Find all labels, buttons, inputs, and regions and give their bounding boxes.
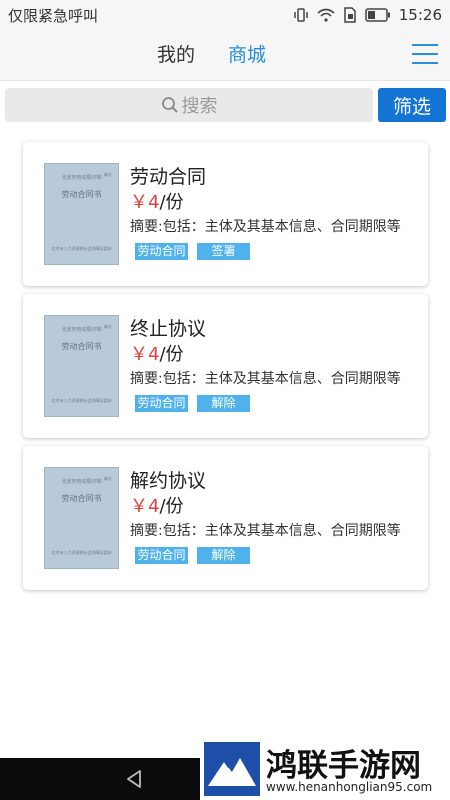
product-tag: 签署 bbox=[197, 243, 250, 260]
contract-thumbnail: 编号 北京市劳动局印制 劳动合同书 北京市人力资源和社会保障局监制 bbox=[44, 163, 119, 265]
thumb-footer: 北京市人力资源和社会保障局监制 bbox=[51, 398, 112, 403]
watermark: 鸿联手游网 www.henanhonglian95.com bbox=[200, 738, 450, 800]
thumb-line1: 北京市劳动局印制 bbox=[61, 479, 102, 485]
status-icons: 15:26 bbox=[293, 6, 442, 24]
product-tag: 劳动合同 bbox=[135, 547, 188, 564]
thumb-title: 劳动合同书 bbox=[61, 494, 102, 503]
product-tags: 劳动合同 签署 bbox=[135, 243, 250, 260]
filter-button[interactable]: 筛选 bbox=[378, 88, 446, 122]
price-unit: /份 bbox=[159, 344, 184, 365]
tab-mine[interactable]: 我的 bbox=[157, 40, 195, 67]
product-title: 解约协议 bbox=[130, 470, 207, 492]
product-summary: 摘要:包括：主体及其基本信息、合同期限等 bbox=[130, 371, 401, 387]
product-tag: 劳动合同 bbox=[135, 243, 188, 260]
vibrate-icon bbox=[293, 7, 309, 23]
thumb-line1: 北京市劳动局印制 bbox=[61, 327, 102, 333]
product-price: ￥4/份 bbox=[130, 492, 184, 518]
search-input[interactable]: 搜索 bbox=[5, 88, 373, 122]
product-tag: 解除 bbox=[197, 547, 250, 564]
search-placeholder: 搜索 bbox=[181, 96, 218, 117]
top-nav: 我的 商城 bbox=[0, 30, 450, 81]
search-row: 搜索 筛选 bbox=[0, 88, 450, 124]
menu-icon[interactable] bbox=[412, 44, 438, 64]
thumb-footer: 北京市人力资源和社会保障局监制 bbox=[51, 550, 112, 555]
price-amount: ￥4 bbox=[130, 344, 160, 365]
battery-icon bbox=[365, 8, 391, 22]
product-summary: 摘要:包括：主体及其基本信息、合同期限等 bbox=[130, 219, 401, 235]
system-nav-bar bbox=[0, 758, 200, 800]
price-unit: /份 bbox=[159, 496, 184, 517]
thumb-footer: 北京市人力资源和社会保障局监制 bbox=[51, 246, 112, 251]
product-card[interactable]: 编号 北京市劳动局印制 劳动合同书 北京市人力资源和社会保障局监制 解约协议 ￥… bbox=[23, 446, 428, 590]
watermark-title: 鸿联手游网 bbox=[266, 748, 421, 784]
product-price: ￥4/份 bbox=[130, 340, 184, 366]
product-title: 终止协议 bbox=[130, 318, 207, 340]
contract-thumbnail: 编号 北京市劳动局印制 劳动合同书 北京市人力资源和社会保障局监制 bbox=[44, 467, 119, 569]
contract-thumbnail: 编号 北京市劳动局印制 劳动合同书 北京市人力资源和社会保障局监制 bbox=[44, 315, 119, 417]
status-time: 15:26 bbox=[398, 6, 442, 24]
thumb-title: 劳动合同书 bbox=[61, 342, 102, 351]
price-unit: /份 bbox=[159, 192, 184, 213]
product-card[interactable]: 编号 北京市劳动局印制 劳动合同书 北京市人力资源和社会保障局监制 劳动合同 ￥… bbox=[23, 142, 428, 286]
status-bar: 仅限紧急呼叫 15:26 bbox=[0, 0, 450, 30]
price-amount: ￥4 bbox=[130, 192, 160, 213]
product-tag: 劳动合同 bbox=[135, 395, 188, 412]
search-icon bbox=[161, 97, 178, 113]
product-tags: 劳动合同 解除 bbox=[135, 547, 250, 564]
product-card[interactable]: 编号 北京市劳动局印制 劳动合同书 北京市人力资源和社会保障局监制 终止协议 ￥… bbox=[23, 294, 428, 438]
product-price: ￥4/份 bbox=[130, 188, 184, 214]
thumb-line1: 北京市劳动局印制 bbox=[61, 175, 102, 181]
price-amount: ￥4 bbox=[130, 496, 160, 517]
sim-icon bbox=[343, 7, 357, 23]
back-icon[interactable] bbox=[123, 768, 145, 794]
thumb-title: 劳动合同书 bbox=[61, 190, 102, 199]
product-tags: 劳动合同 解除 bbox=[135, 395, 250, 412]
status-emergency-text: 仅限紧急呼叫 bbox=[8, 6, 99, 25]
product-tag: 解除 bbox=[197, 395, 250, 412]
watermark-logo bbox=[204, 742, 260, 796]
product-title: 劳动合同 bbox=[130, 166, 207, 188]
wifi-icon bbox=[317, 8, 335, 22]
tab-mall[interactable]: 商城 bbox=[228, 40, 266, 67]
watermark-url: www.henanhonglian95.com bbox=[266, 780, 433, 794]
product-summary: 摘要:包括：主体及其基本信息、合同期限等 bbox=[130, 523, 401, 539]
